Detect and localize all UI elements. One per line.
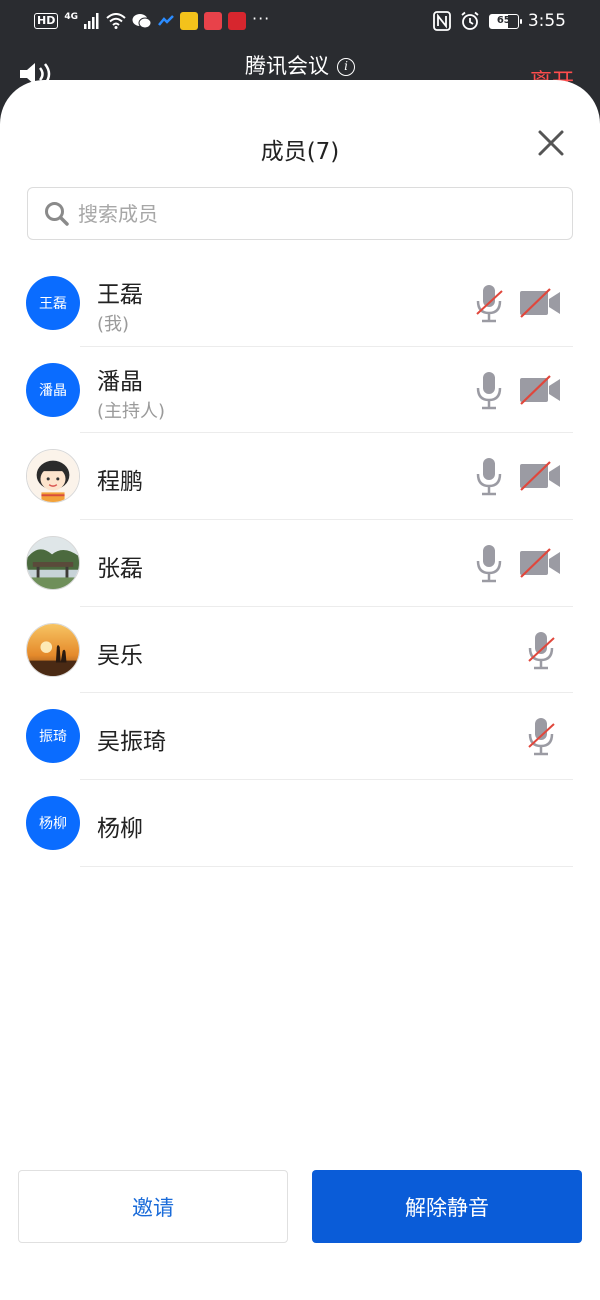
member-name: 吴乐	[97, 642, 143, 669]
member-name: 吴振琦	[97, 729, 166, 756]
shop-app-icon	[180, 12, 198, 30]
mic-icon[interactable]	[474, 542, 504, 584]
camera-off-icon[interactable]	[518, 374, 562, 406]
member-name: 杨柳	[97, 816, 143, 843]
member-row-wanglei[interactable]: 王磊 王磊 (我)	[0, 260, 600, 347]
meeting-title[interactable]: 腾讯会议 i	[0, 50, 600, 80]
mic-muted-icon[interactable]	[526, 715, 556, 757]
search-icon	[45, 201, 69, 226]
member-row-wuzhenqi[interactable]: 振琦 吴振琦	[0, 693, 600, 781]
wifi-icon	[106, 13, 126, 29]
close-icon[interactable]	[536, 128, 566, 158]
members-title: 成员(7)	[260, 139, 340, 165]
alarm-icon	[461, 11, 479, 30]
camera-off-icon[interactable]	[518, 460, 562, 492]
more-notifications-icon: ···	[252, 8, 271, 28]
divider	[80, 865, 573, 867]
member-name: 王磊	[97, 282, 143, 308]
hd-badge: HD	[34, 13, 59, 29]
status-right: 65 3:55	[432, 9, 566, 33]
avatar: 王磊	[26, 276, 80, 330]
member-row-yangliu[interactable]: 杨柳 杨柳	[0, 780, 600, 867]
mic-icon[interactable]	[474, 455, 504, 497]
network-type: 4G	[64, 12, 78, 22]
unmute-button[interactable]: 解除静音	[312, 1170, 582, 1243]
clock: 3:55	[527, 11, 566, 31]
member-row-zhanglei[interactable]: 张磊	[0, 520, 600, 607]
mic-muted-icon[interactable]	[474, 282, 504, 324]
members-sheet: 成员(7) 王磊 王磊 (我)	[0, 80, 600, 1300]
landscape-photo-avatar	[26, 536, 80, 591]
battery-indicator: 65	[488, 13, 522, 29]
avatar: 振琦	[26, 709, 80, 764]
mic-icon[interactable]	[474, 369, 504, 411]
signal-icon	[84, 13, 99, 29]
status-left: HD 4G ···	[34, 8, 271, 32]
invite-button[interactable]: 邀请	[18, 1170, 288, 1243]
member-row-wule[interactable]: 吴乐	[0, 607, 600, 694]
member-list: 王磊 王磊 (我) 潘晶 潘晶 (主持人) 程鹏 张磊 吴乐 振琦 吴振琦 杨柳…	[0, 260, 600, 867]
member-row-chengpeng[interactable]: 程鹏	[0, 433, 600, 521]
meeting-title-text: 腾讯会议	[245, 54, 329, 78]
red-app-icon	[204, 12, 222, 30]
member-name: 张磊	[97, 556, 143, 583]
member-row-panjing[interactable]: 潘晶 潘晶 (主持人)	[0, 347, 600, 434]
status-bar: HD 4G ··· 65 3:55	[0, 0, 600, 42]
cartoon-girl-avatar	[26, 449, 80, 504]
info-icon[interactable]: i	[337, 58, 355, 76]
member-role: (我)	[97, 314, 130, 335]
app-notification-icon	[158, 15, 174, 26]
recorder-app-icon	[228, 12, 246, 30]
search-box[interactable]	[27, 187, 573, 240]
member-role: (主持人)	[97, 400, 166, 422]
screen: HD 4G ··· 65 3:55 腾讯会议 i 成员(7) 搜索成员 王磊 王…	[0, 0, 600, 1300]
camera-off-icon[interactable]	[518, 287, 562, 319]
camera-off-icon[interactable]	[518, 547, 562, 579]
wechat-icon	[132, 14, 152, 29]
avatar: 杨柳	[26, 796, 80, 851]
member-name: 程鹏	[97, 469, 143, 496]
mic-muted-icon[interactable]	[526, 629, 556, 671]
sunset-photo-avatar	[26, 622, 80, 677]
member-name: 潘晶	[97, 368, 143, 395]
nfc-icon	[432, 11, 451, 31]
avatar: 潘晶	[26, 362, 80, 417]
search-input[interactable]	[78, 201, 538, 226]
